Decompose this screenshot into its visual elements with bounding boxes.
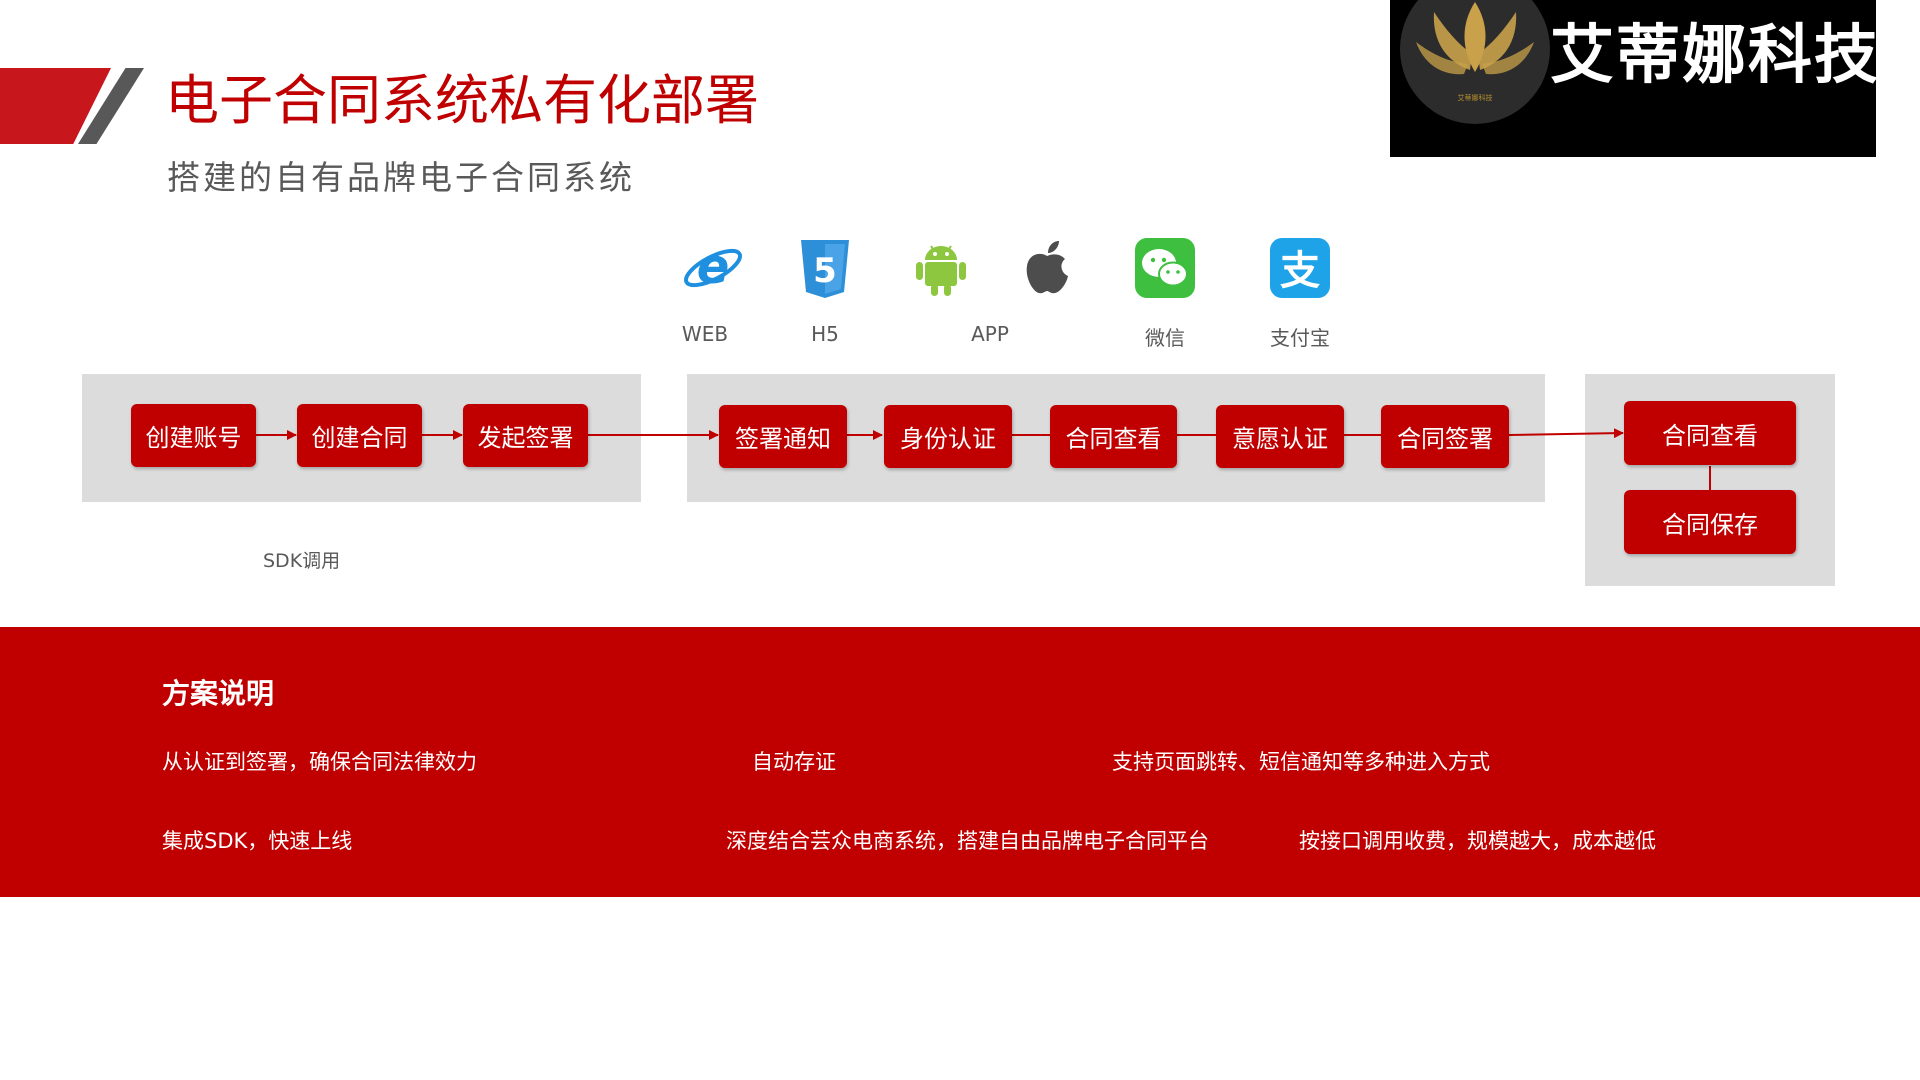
feature-api-pricing: 按接口调用收费，规模越大，成本越低 [1299,829,1656,853]
step-signing-notice: 签署通知 [719,405,847,468]
step-view-contract: 合同查看 [1050,405,1177,468]
feature-sdk-quick: 集成SDK，快速上线 [162,829,353,853]
feature-ecommerce-integration: 深度结合芸众电商系统，搭建自由品牌电子合同平台 [726,829,1209,853]
feature-entry-methods: 支持页面跳转、短信通知等多种进入方式 [1112,750,1490,774]
step-create-account: 创建账号 [131,404,256,467]
step-initiate-signing: 发起签署 [463,404,588,467]
step-intent-auth: 意愿认证 [1216,405,1344,468]
step-sign-contract: 合同签署 [1381,405,1509,468]
feature-auto-evidence: 自动存证 [752,750,836,774]
step-save-contract: 合同保存 [1624,490,1796,554]
sdk-call-label: SDK调用 [263,550,341,572]
step-identity-auth: 身份认证 [884,405,1012,468]
step-create-contract: 创建合同 [297,404,422,467]
step-view-contract-final: 合同查看 [1624,401,1796,465]
solution-title: 方案说明 [162,677,275,710]
feature-legal-validity: 从认证到签署，确保合同法律效力 [162,750,477,774]
